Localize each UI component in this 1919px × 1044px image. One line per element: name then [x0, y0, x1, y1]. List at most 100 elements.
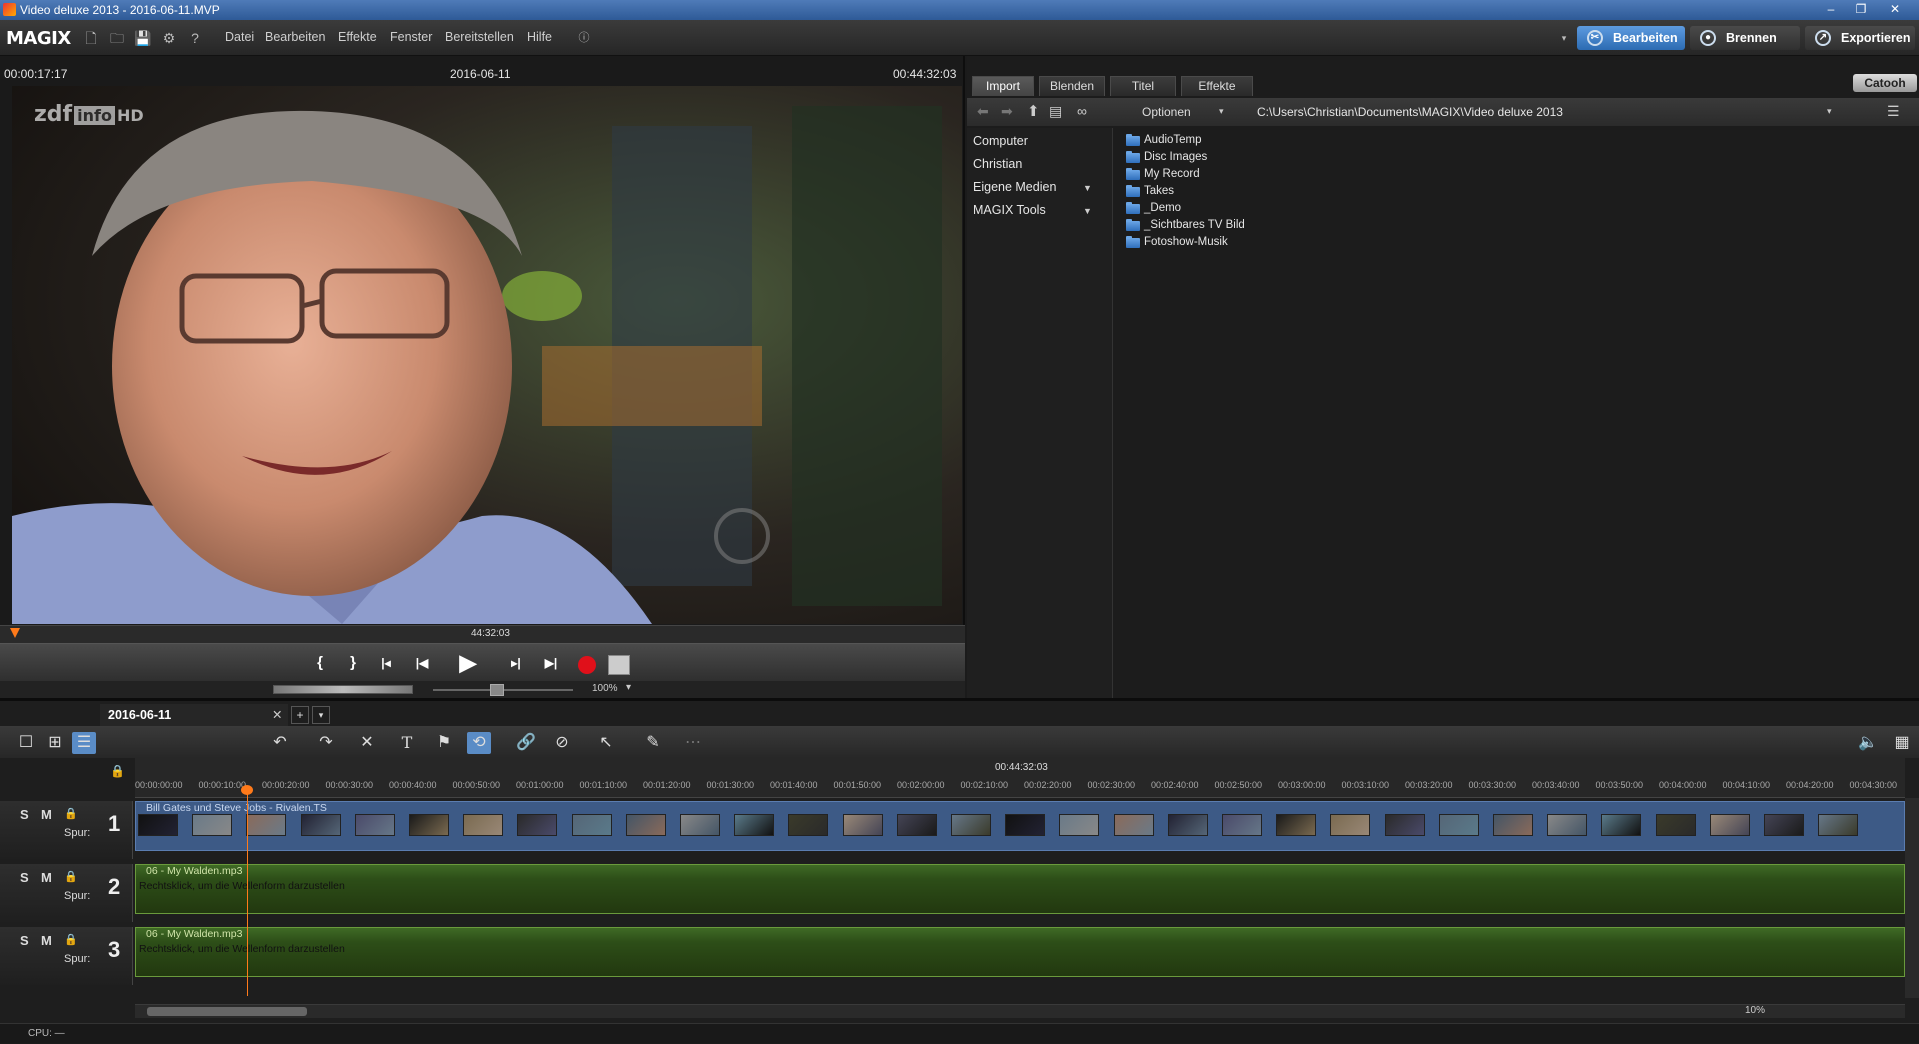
mixer-icon[interactable]: ▦ [1890, 732, 1914, 754]
solo-button[interactable]: S [20, 933, 29, 948]
lock-icon[interactable]: 🔒 [110, 764, 125, 778]
nav-magix-tools[interactable]: MAGIX Tools [973, 203, 1046, 217]
next-marker-icon[interactable]: ▸| [504, 652, 528, 674]
preview-position-bar[interactable]: 44:32:03 [0, 625, 965, 643]
playhead-line[interactable] [247, 786, 248, 996]
folder-item[interactable]: _Demo [1124, 201, 1181, 216]
options-arrow-icon[interactable]: ▾ [1219, 106, 1224, 117]
scroll-thumb[interactable] [147, 1007, 307, 1016]
menu-effekte[interactable]: Effekte [338, 30, 377, 44]
single-view-icon[interactable]: ☐ [14, 732, 38, 754]
stretch-tool-icon[interactable]: ⋯ [681, 732, 705, 754]
cut-tool-icon[interactable]: ✎ [641, 732, 665, 754]
close-button[interactable]: ✕ [1880, 0, 1910, 19]
help-cursor-icon[interactable]: ? [186, 29, 204, 47]
mark-out-button[interactable]: } [341, 652, 365, 674]
track-lock-icon[interactable]: 🔒 [64, 870, 78, 883]
folder-item[interactable]: AudioTemp [1124, 133, 1202, 148]
track-lock-icon[interactable]: 🔒 [64, 933, 78, 946]
previous-marker-icon[interactable]: |◀ [410, 652, 434, 674]
jog-shuttle[interactable] [273, 685, 413, 694]
folder-item[interactable]: Fotoshow-Musik [1124, 235, 1228, 250]
redo-icon[interactable]: ↷ [314, 732, 338, 754]
menu-bereitstellen[interactable]: Bereitstellen [445, 30, 514, 44]
tab-blenden[interactable]: Blenden [1039, 76, 1105, 96]
undo-icon[interactable]: ↶ [268, 732, 292, 754]
storyboard-view-icon[interactable]: ⊞ [43, 732, 67, 754]
folder-item[interactable]: Takes [1124, 184, 1174, 199]
nav-christian[interactable]: Christian [973, 157, 1022, 171]
video-frame[interactable]: zdf info HD [12, 86, 962, 624]
vertical-scrollbar[interactable] [1905, 798, 1919, 998]
title-icon[interactable]: T [395, 732, 419, 754]
view-toggle-icon[interactable]: ☰ [1887, 103, 1900, 120]
mute-button[interactable]: M [41, 870, 52, 885]
cursor-tool-icon[interactable]: ↖ [594, 732, 618, 754]
link-icon[interactable]: 🔗 [514, 732, 538, 754]
info-icon[interactable]: ⓘ [575, 29, 593, 47]
path-dropdown-icon[interactable]: ▾ [1827, 106, 1832, 117]
folder-item[interactable]: My Record [1124, 167, 1200, 182]
mouse-mode-icon[interactable]: ⟲ [467, 732, 491, 754]
timeline-ruler[interactable]: 00:44:32:03 00:00:00:00 00:00:10:00 00:00:… [135, 758, 1905, 798]
folder-item[interactable]: Disc Images [1124, 150, 1207, 165]
menu-bearbeiten[interactable]: Bearbeiten [265, 30, 325, 44]
minimize-button[interactable]: – [1816, 0, 1846, 19]
zoom-dropdown-icon[interactable]: ▾ [626, 682, 631, 693]
expand-arrow-icon[interactable]: ▼ [1083, 206, 1092, 216]
expand-arrow-icon[interactable]: ▼ [1083, 183, 1092, 193]
catooh-logo[interactable]: Catooh [1853, 74, 1917, 92]
timeline-view-icon[interactable]: ☰ [72, 732, 96, 754]
path-field[interactable]: C:\Users\Christian\Documents\MAGIX\Video… [1257, 105, 1563, 119]
folder-list-icon[interactable]: ▤ [1049, 103, 1062, 120]
open-folder-icon[interactable]: 🗀 [108, 29, 126, 47]
tab-effekte[interactable]: Effekte [1181, 76, 1253, 96]
menu-fenster[interactable]: Fenster [390, 30, 432, 44]
jump-to-in-icon[interactable]: |◂ [374, 652, 398, 674]
new-file-icon[interactable]: 🗋 [82, 29, 100, 47]
nav-eigene-medien[interactable]: Eigene Medien [973, 180, 1056, 194]
binoculars-icon[interactable]: ∞ [1077, 103, 1087, 119]
horizontal-scrollbar[interactable]: 10% [135, 1004, 1905, 1018]
tab-list-icon[interactable]: ▾ [312, 706, 330, 724]
tab-titel[interactable]: Titel [1110, 76, 1176, 96]
track-lock-icon[interactable]: 🔒 [64, 807, 78, 820]
tab-import[interactable]: Import [972, 76, 1034, 96]
mute-button[interactable]: M [41, 933, 52, 948]
audio-clip[interactable]: 06 - My Walden.mp3 Rechtsklick, um die W… [135, 864, 1905, 914]
options-dropdown[interactable]: Optionen [1142, 105, 1191, 119]
menu-list-icon[interactable] [608, 655, 630, 675]
settings-icon[interactable]: ⚙ [160, 29, 178, 47]
back-arrow-icon[interactable]: ⬅ [977, 103, 989, 120]
add-tab-icon[interactable]: + [291, 706, 309, 724]
solo-button[interactable]: S [20, 807, 29, 822]
save-icon[interactable]: 💾 [134, 29, 152, 47]
menu-datei[interactable]: Datei [225, 30, 254, 44]
maximize-button[interactable]: ❐ [1846, 0, 1876, 19]
mode-export-button[interactable]: ↗ Exportieren [1805, 26, 1915, 50]
delete-icon[interactable]: ✕ [355, 732, 379, 754]
marker-flag-icon[interactable]: ⚑ [432, 732, 456, 754]
project-tab[interactable]: 2016-06-11 ✕ [100, 704, 288, 726]
jump-to-out-icon[interactable]: ▶| [539, 652, 563, 674]
forward-arrow-icon[interactable]: ➡ [1001, 103, 1013, 120]
close-tab-icon[interactable]: ✕ [272, 704, 282, 726]
audio-clip[interactable]: 06 - My Walden.mp3 Rechtsklick, um die W… [135, 927, 1905, 977]
folder-up-icon[interactable]: ⬆ [1027, 102, 1040, 120]
folder-item[interactable]: _Sichtbares TV Bild [1124, 218, 1245, 233]
play-icon[interactable]: ▶ [456, 652, 480, 674]
zoom-level[interactable]: 10% [1745, 1005, 1765, 1016]
speaker-icon[interactable]: 🔈 [1856, 732, 1880, 754]
menu-hilfe[interactable]: Hilfe [527, 30, 552, 44]
mode-edit-button[interactable]: ✂ Bearbeiten [1577, 26, 1685, 50]
mute-button[interactable]: M [41, 807, 52, 822]
mode-burn-button[interactable]: ● Brennen [1690, 26, 1800, 50]
position-marker[interactable] [10, 628, 20, 638]
preview-zoom[interactable]: 100% [592, 683, 618, 694]
record-icon[interactable] [578, 656, 596, 674]
mark-in-button[interactable]: { [308, 652, 332, 674]
video-clip[interactable]: Bill Gates und Steve Jobs - Rivalen.TS [135, 801, 1905, 851]
nav-computer[interactable]: Computer [973, 134, 1028, 148]
dropdown-arrow-icon[interactable]: ▾ [1555, 29, 1573, 47]
solo-button[interactable]: S [20, 870, 29, 885]
